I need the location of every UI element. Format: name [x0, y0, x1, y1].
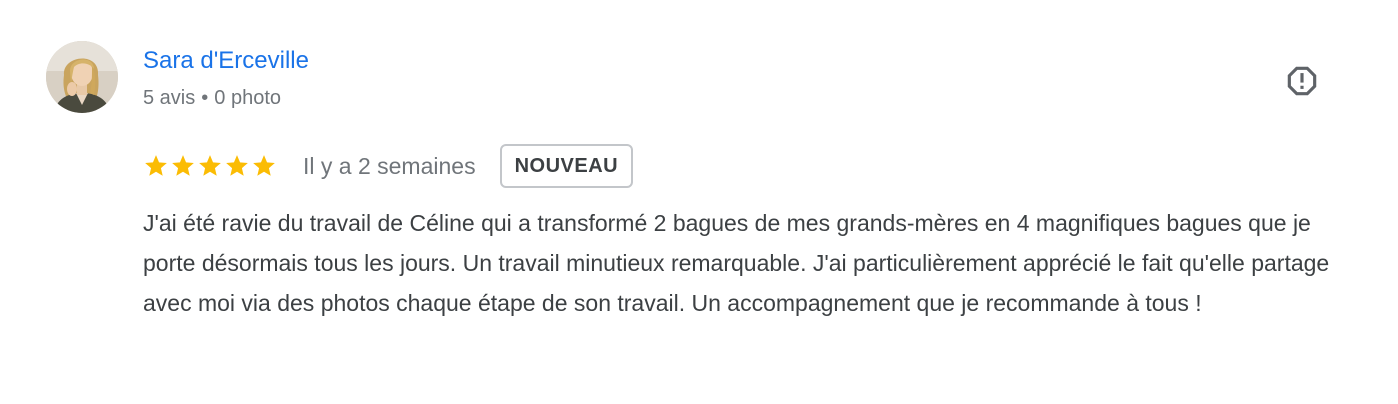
star-icon: [226, 155, 248, 176]
profile-photo: [46, 41, 118, 113]
avatar[interactable]: [46, 41, 118, 113]
review-card: Sara d'Erceville 5 avis • 0 photo Il y a 2…: [0, 0, 1398, 404]
review-text: J'ai été ravie du travail de Céline qui …: [143, 210, 1330, 316]
author-stats: 5 avis • 0 photo: [143, 84, 281, 112]
author-name-link[interactable]: Sara d'Erceville: [143, 45, 309, 77]
star-icon: [253, 155, 275, 176]
meta-separator: •: [201, 87, 209, 109]
report-octagon-icon: [1287, 66, 1317, 96]
rating-row: Il y a 2 semaines NOUVEAU: [143, 142, 634, 190]
star-icon: [145, 155, 167, 176]
review-count: 5 avis: [143, 87, 196, 109]
star-rating: [143, 153, 277, 179]
new-badge: NOUVEAU: [499, 144, 634, 188]
star-icon: [172, 155, 194, 176]
review-date: Il y a 2 semaines: [303, 152, 476, 179]
star-icon: [199, 155, 221, 176]
report-review-button[interactable]: [1282, 61, 1322, 101]
photo-count: 0 photo: [214, 87, 281, 109]
